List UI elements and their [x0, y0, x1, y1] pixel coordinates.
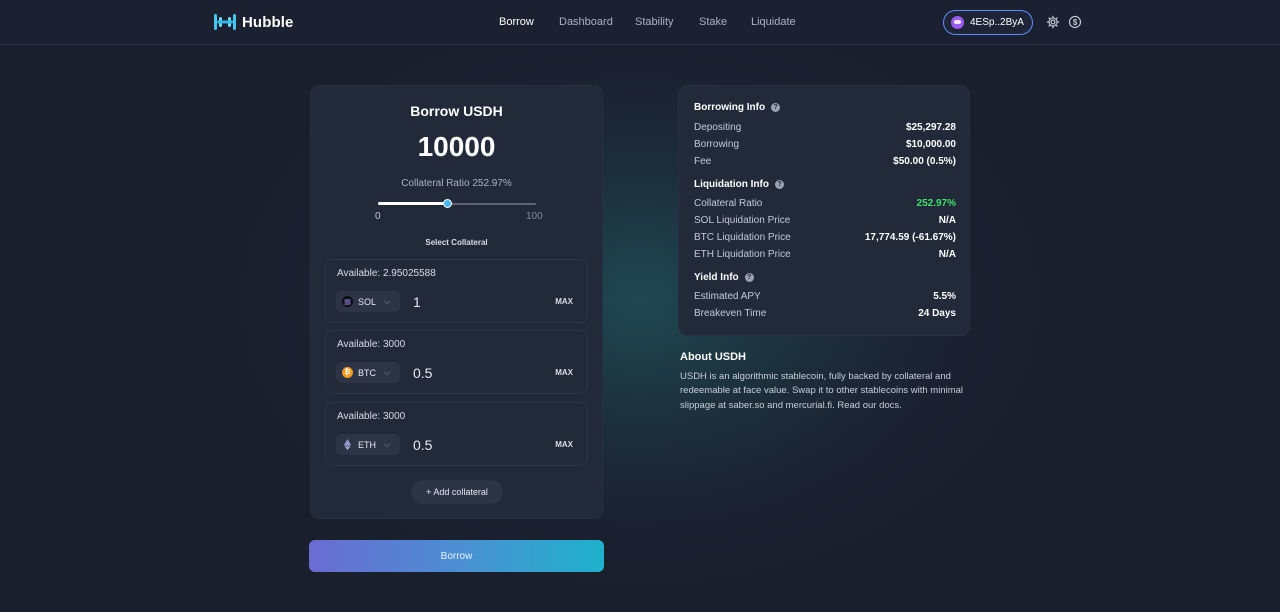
hubble-logo-icon [214, 14, 236, 30]
info-label: Collateral Ratio [694, 198, 763, 209]
nav-borrow[interactable]: Borrow [499, 16, 534, 28]
available-amount: Available: 3000 [337, 339, 406, 350]
info-value: N/A [938, 215, 956, 226]
gear-icon[interactable] [1046, 15, 1060, 29]
token-select-btc[interactable]: ₿ BTC ⌵ [336, 362, 400, 383]
info-value: 252.97% [916, 198, 956, 209]
help-icon[interactable]: ? [771, 103, 781, 112]
collateral-amount-input[interactable] [413, 364, 533, 382]
nav-stake[interactable]: Stake [699, 16, 727, 28]
token-name: SOL [358, 296, 377, 307]
borrow-amount[interactable]: 10000 [311, 131, 602, 163]
bitcoin-icon: ₿ [342, 367, 353, 378]
logo[interactable]: Hubble [213, 12, 293, 32]
logo-text: Hubble [242, 13, 294, 31]
wallet-button[interactable]: 4ESp..2ByA [943, 10, 1033, 35]
token-name: ETH [358, 439, 376, 450]
info-row-depositing: Depositing $25,297.28 [694, 122, 956, 133]
info-row-btc-liquidation: BTC Liquidation Price 17,774.59 (-61.67%… [694, 232, 956, 243]
collateral-amount-input[interactable] [413, 293, 533, 311]
token-select-sol[interactable]: SOL ⌵ [336, 291, 400, 312]
collateral-amount-input[interactable] [413, 436, 533, 454]
max-button[interactable]: MAX [555, 368, 573, 377]
nav-liquidate[interactable]: Liquidate [751, 16, 796, 28]
dollar-icon[interactable]: $ [1068, 15, 1082, 29]
info-value: 17,774.59 (-61.67%) [864, 232, 956, 243]
info-value: $25,297.28 [905, 122, 956, 133]
token-select-eth[interactable]: ETH ⌵ [336, 434, 400, 455]
info-label: Breakeven Time [694, 308, 767, 319]
section-title-text: Yield Info [694, 272, 739, 283]
borrowing-info-title: Borrowing Info ? [694, 102, 781, 113]
ethereum-icon [342, 439, 353, 450]
info-label: Borrowing [694, 139, 740, 150]
wallet-address: 4ESp..2ByA [970, 17, 1024, 28]
slider-min-label: 0 [375, 211, 381, 222]
info-label: Depositing [694, 122, 742, 133]
borrow-title: Borrow USDH [410, 103, 503, 119]
about-title: About USDH [680, 351, 746, 363]
slider-thumb[interactable] [443, 199, 453, 208]
available-amount: Available: 3000 [337, 411, 406, 422]
info-value: 24 Days [918, 308, 956, 319]
info-row-collateral-ratio: Collateral Ratio 252.97% [694, 198, 956, 209]
solana-icon [342, 296, 353, 307]
chevron-down-icon: ⌵ [384, 367, 391, 377]
info-value: $10,000.00 [905, 139, 956, 150]
wallet-avatar-icon [951, 16, 964, 29]
info-value: $50.00 (0.5%) [893, 156, 956, 167]
nav-stability[interactable]: Stability [635, 16, 674, 28]
add-collateral-button[interactable]: + Add collateral [411, 480, 503, 504]
select-collateral-label: Select Collateral [425, 238, 488, 247]
collateral-row-btc: Available: 3000 ₿ BTC ⌵ MAX [325, 330, 588, 394]
help-icon[interactable]: ? [774, 180, 784, 189]
info-row-sol-liquidation: SOL Liquidation Price N/A [694, 215, 956, 226]
slider-fill [378, 202, 448, 205]
info-label: ETH Liquidation Price [694, 249, 791, 260]
chevron-down-icon: ⌵ [384, 296, 391, 306]
info-value: N/A [938, 249, 956, 260]
info-row-apy: Estimated APY 5.5% [694, 291, 956, 302]
max-button[interactable]: MAX [555, 440, 573, 449]
collateral-row-eth: Available: 3000 ETH ⌵ MAX [325, 402, 588, 466]
info-label: SOL Liquidation Price [694, 215, 791, 226]
info-row-fee: Fee $50.00 (0.5%) [694, 156, 956, 167]
svg-text:$: $ [1073, 18, 1078, 27]
token-name: BTC [358, 367, 376, 378]
help-icon[interactable]: ? [744, 273, 754, 282]
info-row-borrowing: Borrowing $10,000.00 [694, 139, 956, 150]
chevron-down-icon: ⌵ [384, 439, 391, 449]
about-text: USDH is an algorithmic stablecoin, fully… [680, 371, 964, 411]
borrow-button[interactable]: Borrow [309, 540, 604, 572]
slider-max-label: 100 [526, 211, 543, 222]
collateral-row-sol: Available: 2.95025588 SOL ⌵ MAX [325, 259, 588, 323]
collateral-ratio-label: Collateral Ratio 252.97% [401, 178, 512, 189]
max-button[interactable]: MAX [555, 297, 573, 306]
liquidation-info-title: Liquidation Info ? [694, 179, 784, 190]
info-label: Estimated APY [694, 291, 761, 302]
section-title-text: Borrowing Info [694, 102, 766, 113]
top-navbar: Hubble Borrow Dashboard Stability Stake … [0, 0, 1280, 45]
info-label: Fee [694, 156, 712, 167]
info-row-breakeven: Breakeven Time 24 Days [694, 308, 956, 319]
borrow-card: Borrow USDH 10000 Collateral Ratio 252.9… [310, 85, 603, 519]
yield-info-title: Yield Info ? [694, 272, 754, 283]
info-value: 5.5% [933, 291, 956, 302]
info-row-eth-liquidation: ETH Liquidation Price N/A [694, 249, 956, 260]
info-label: BTC Liquidation Price [694, 232, 791, 243]
ratio-slider[interactable] [378, 199, 536, 208]
available-amount: Available: 2.95025588 [337, 268, 436, 279]
nav-dashboard[interactable]: Dashboard [559, 16, 613, 28]
section-title-text: Liquidation Info [694, 179, 769, 190]
info-card: Borrowing Info ? Depositing $25,297.28 B… [678, 85, 970, 336]
